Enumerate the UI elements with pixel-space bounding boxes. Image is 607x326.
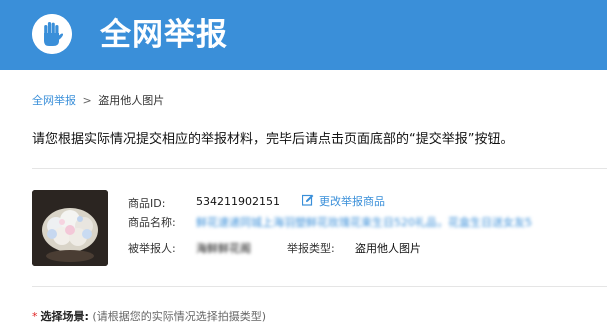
product-id-value: 534211902151 bbox=[196, 195, 280, 208]
edit-icon bbox=[301, 194, 314, 209]
raised-hand-icon bbox=[32, 14, 72, 54]
breadcrumb: 全网举报 > 盗用他人图片 bbox=[32, 92, 164, 108]
breadcrumb-current: 盗用他人图片 bbox=[98, 94, 165, 107]
edit-reported-product-link[interactable]: 更改举报商品 bbox=[301, 193, 385, 209]
header-title: 全网举报 bbox=[100, 17, 228, 53]
edit-link-label: 更改举报商品 bbox=[319, 195, 385, 208]
product-id-label: 商品ID: bbox=[128, 197, 166, 210]
product-name-label: 商品名称: bbox=[128, 216, 176, 229]
divider-bottom bbox=[32, 286, 607, 287]
product-name-link[interactable]: 鲜花速递同城上海羽塑鲜花玫瑰花束生日520礼品，花盒生日送女友5 bbox=[196, 214, 566, 230]
scene-selection-row: * 选择场景: (请根据您的实际情况选择拍摄类型) bbox=[32, 308, 266, 324]
divider-top bbox=[32, 168, 607, 169]
reported-party-value: 海鲜鲜花阁 bbox=[196, 242, 251, 255]
report-type-value: 盗用他人图片 bbox=[355, 242, 421, 255]
page-header: 全网举报 bbox=[0, 0, 607, 70]
breadcrumb-separator: > bbox=[82, 94, 92, 107]
scene-hint: (请根据您的实际情况选择拍摄类型) bbox=[92, 310, 266, 323]
product-thumbnail bbox=[32, 190, 108, 266]
scene-label: 选择场景: bbox=[40, 310, 89, 323]
reported-party-label: 被举报人: bbox=[128, 242, 176, 255]
breadcrumb-root-link[interactable]: 全网举报 bbox=[32, 94, 76, 107]
required-marker: * bbox=[32, 310, 38, 323]
report-type-label: 举报类型: bbox=[287, 242, 335, 255]
instructions-text: 请您根据实际情况提交相应的举报材料，完毕后请点击页面底部的“提交举报”按钮。 bbox=[32, 132, 514, 147]
